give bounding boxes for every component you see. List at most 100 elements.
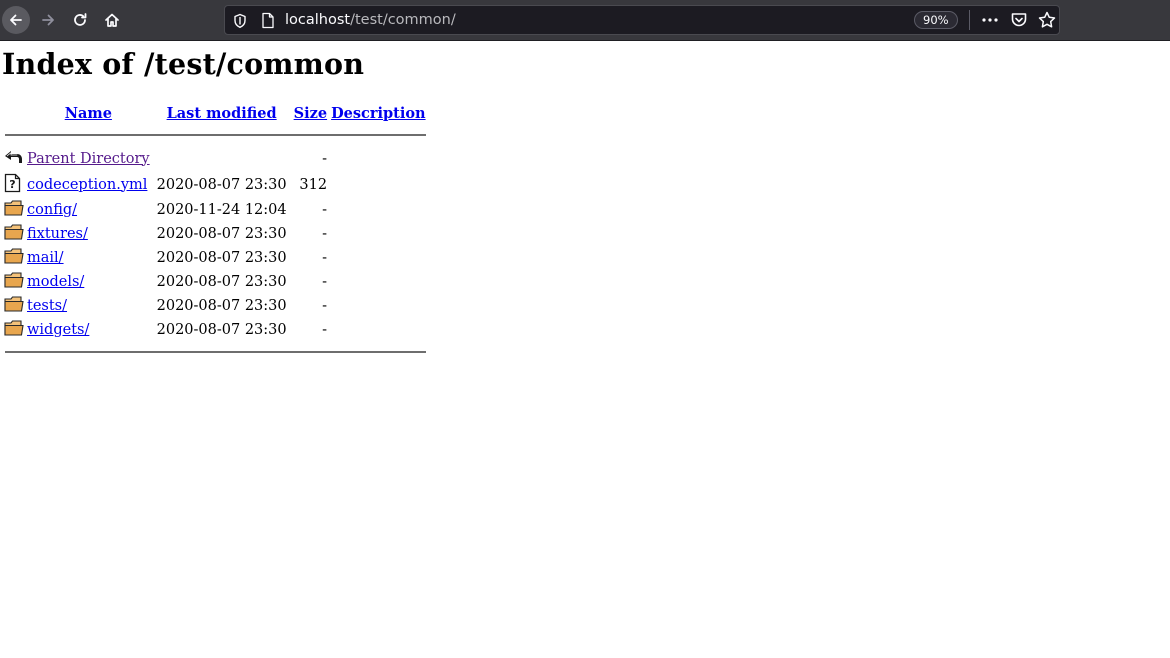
- forward-arrow-icon: [42, 14, 54, 26]
- folder-link[interactable]: models/: [27, 274, 84, 290]
- folder-icon: [4, 247, 24, 264]
- folder-link[interactable]: mail/: [27, 250, 64, 266]
- url-text[interactable]: localhost/test/common/: [285, 12, 456, 28]
- home-button[interactable]: [98, 6, 126, 34]
- description-cell: [330, 271, 427, 293]
- parent-description-cell: [330, 147, 427, 171]
- forward-button[interactable]: [34, 6, 62, 34]
- icon-cell: [4, 247, 24, 269]
- size-cell: 312: [299, 176, 328, 193]
- horizontal-rule: [5, 351, 426, 354]
- zoom-level-badge[interactable]: 90%: [914, 11, 958, 29]
- address-bar[interactable]: localhost/test/common/ 90%: [224, 5, 1060, 35]
- url-host: localhost: [285, 12, 351, 28]
- name-cell: codeception.yml: [26, 173, 151, 197]
- parent-name-cell: Parent Directory: [26, 147, 151, 171]
- modified-cell: 2020-11-24 12:04: [156, 201, 287, 218]
- name-cell: tests/: [26, 295, 151, 317]
- bookmark-star-icon[interactable]: [1037, 10, 1057, 30]
- description-cell: [330, 247, 427, 269]
- reload-icon: [74, 13, 87, 26]
- table-row: tests/ 2020-08-07 23:30 -: [4, 295, 427, 317]
- table-row: ? codeception.yml 2020-08-07 23:30 312: [4, 173, 427, 197]
- description-cell: [330, 223, 427, 245]
- table-row: models/ 2020-08-07 23:30 -: [4, 271, 427, 293]
- parent-size-cell: -: [322, 150, 328, 167]
- table-row: config/ 2020-11-24 12:04 -: [4, 199, 427, 221]
- divider-cell: [4, 125, 427, 145]
- modified-cell: 2020-08-07 23:30: [156, 176, 287, 193]
- parent-directory-row: Parent Directory -: [4, 147, 427, 171]
- urlbar-divider: [969, 10, 970, 30]
- modified-cell: 2020-08-07 23:30: [156, 321, 287, 338]
- icon-cell: [4, 319, 24, 341]
- svg-text:?: ?: [9, 178, 15, 191]
- reload-button[interactable]: [66, 6, 94, 34]
- folder-link[interactable]: config/: [27, 202, 77, 218]
- name-cell: fixtures/: [26, 223, 151, 245]
- size-cell: -: [322, 297, 328, 314]
- pocket-icon[interactable]: [1010, 11, 1028, 29]
- folder-link[interactable]: widgets/: [27, 322, 89, 338]
- browser-toolbar: localhost/test/common/ 90%: [0, 0, 1170, 41]
- icon-cell: [4, 271, 24, 293]
- page-title: Index of /test/common: [2, 47, 365, 81]
- last-modified-header: Last modified: [153, 103, 291, 123]
- name-cell: mail/: [26, 247, 151, 269]
- sort-by-last-modified-link[interactable]: Last modified: [167, 105, 277, 122]
- description-header: Description: [330, 103, 427, 123]
- modified-cell: 2020-08-07 23:30: [156, 249, 287, 266]
- folder-icon: [4, 319, 24, 336]
- sort-by-size-link[interactable]: Size: [294, 105, 327, 122]
- page-info-icon[interactable]: [261, 12, 275, 29]
- modified-cell: 2020-08-07 23:30: [156, 297, 287, 314]
- folder-icon: [4, 295, 24, 312]
- url-path: /test/common/: [350, 12, 456, 28]
- name-header: Name: [26, 103, 151, 123]
- size-cell: -: [322, 321, 328, 338]
- sort-by-name-link[interactable]: Name: [65, 105, 112, 122]
- file-link[interactable]: codeception.yml: [27, 177, 147, 193]
- parent-modified-cell: [153, 147, 291, 171]
- folder-link[interactable]: fixtures/: [27, 226, 88, 242]
- folder-icon: [4, 199, 24, 216]
- header-divider-row: [4, 125, 427, 145]
- back-folder-icon: [5, 150, 22, 163]
- parent-directory-link[interactable]: Parent Directory: [27, 151, 150, 167]
- name-cell: config/: [26, 199, 151, 221]
- table-row: fixtures/ 2020-08-07 23:30 -: [4, 223, 427, 245]
- size-cell: -: [322, 201, 328, 218]
- size-cell: -: [322, 225, 328, 242]
- folder-icon: [4, 223, 24, 240]
- icon-header: [4, 103, 24, 123]
- page-content: Index of /test/common: [2, 44, 364, 84]
- page-actions-menu-icon[interactable]: [981, 12, 999, 28]
- file-unknown-icon: ?: [4, 173, 21, 192]
- name-cell: models/: [26, 271, 151, 293]
- back-button[interactable]: [2, 6, 30, 34]
- size-cell: -: [322, 249, 328, 266]
- icon-cell: [4, 295, 24, 317]
- description-cell: [330, 199, 427, 221]
- modified-cell: 2020-08-07 23:30: [156, 273, 287, 290]
- sort-by-description-link[interactable]: Description: [331, 105, 426, 122]
- size-cell: -: [322, 273, 328, 290]
- icon-cell: [4, 147, 24, 171]
- icon-cell: [4, 199, 24, 221]
- divider-cell: [4, 343, 427, 363]
- back-arrow-icon: [10, 14, 22, 26]
- description-cell: [330, 295, 427, 317]
- name-cell: widgets/: [26, 319, 151, 341]
- description-cell: [330, 319, 427, 341]
- footer-divider-row: [4, 343, 427, 363]
- icon-cell: ?: [4, 173, 24, 197]
- icon-cell: [4, 223, 24, 245]
- table-row: mail/ 2020-08-07 23:30 -: [4, 247, 427, 269]
- table-row: widgets/ 2020-08-07 23:30 -: [4, 319, 427, 341]
- modified-cell: 2020-08-07 23:30: [156, 225, 287, 242]
- horizontal-rule: [5, 133, 426, 136]
- tracking-protection-shield-icon[interactable]: [233, 13, 247, 29]
- home-icon: [105, 13, 119, 27]
- folder-link[interactable]: tests/: [27, 298, 67, 314]
- directory-listing-table: Name Last modified Size Description Pare…: [2, 101, 429, 364]
